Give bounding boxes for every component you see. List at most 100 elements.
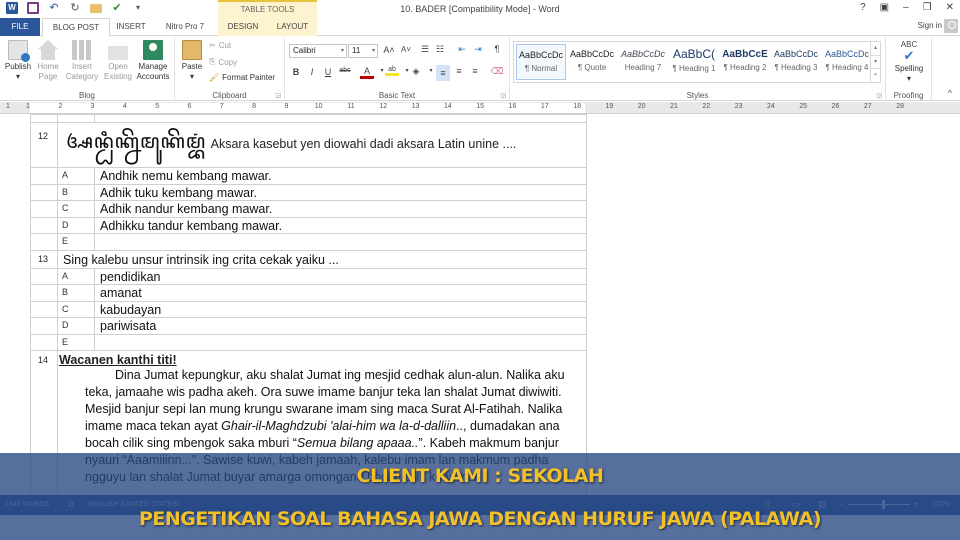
option-row: Ckabudayan [30, 300, 587, 318]
ruler-number: 24 [766, 103, 775, 110]
style-quote[interactable]: AaBbCcDc ¶ Quote [567, 44, 617, 80]
style-heading-4[interactable]: AaBbCcDc ¶ Heading 4 [822, 44, 872, 80]
basic-text-launcher-icon[interactable]: ◲ [500, 92, 506, 99]
sign-in-link[interactable]: Sign in [918, 21, 942, 30]
ruler-number: 18 [573, 103, 581, 110]
restore-button[interactable]: ❐ [923, 2, 932, 13]
styles-launcher-icon[interactable]: ◲ [876, 92, 882, 99]
style-heading-2[interactable]: AaBbCcE ¶ Heading 2 [720, 44, 770, 80]
basic-text-group: Calibri ▾ 11 ▾ A˄ A˅ ☰ ☷ ⇤ ⇥ ¶ B I U abc A… [285, 37, 510, 101]
bullets-icon[interactable]: ☰ [418, 44, 432, 55]
minimize-button[interactable]: – [903, 2, 909, 13]
font-name-value: Calibri [293, 46, 316, 55]
style-heading-1[interactable]: AaBbC( ¶ Heading 1 [669, 44, 719, 80]
tab-nitro-pro[interactable]: Nitro Pro 7 [156, 18, 214, 36]
option-text[interactable]: kabudayan [94, 300, 587, 318]
question-text[interactable]: Sing kalebu unsur intrinsik ing crita ce… [57, 249, 587, 269]
increase-indent-icon[interactable]: ⇥ [471, 44, 485, 55]
highlight-icon[interactable]: ab [385, 66, 399, 76]
ruler-number: 21 [670, 103, 678, 110]
ruler-number: 8 [252, 103, 257, 110]
align-left-icon[interactable]: ≡ [436, 65, 450, 81]
scroll-down-icon[interactable]: ▾ [871, 55, 880, 68]
option-key: B [57, 284, 95, 302]
option-row: Apendidikan [30, 267, 587, 285]
question-number: 12 [30, 122, 58, 168]
ruler-number: 17 [540, 103, 549, 110]
tab-insert[interactable]: INSERT [110, 18, 152, 36]
font-color-icon[interactable]: A [360, 66, 374, 79]
style-normal[interactable]: AaBbCcDc ¶ Normal [516, 44, 566, 80]
bold-button[interactable]: B [289, 67, 303, 77]
accounts-icon [143, 40, 163, 60]
option-text[interactable]: Adhikku tandur kembang mawar. [94, 216, 587, 234]
tab-layout[interactable]: LAYOUT [268, 18, 317, 36]
question-cell[interactable]: ꦄꦤ꧀ꦝꦶꦏ꧀ꦤꦼꦩꦸꦏꦼꦩ꧀ꦧꦁ Aksara kasebut yen dio… [57, 122, 587, 168]
strikethrough-button[interactable]: abc [336, 67, 354, 74]
underline-button[interactable]: U [321, 67, 335, 77]
blog-group-label: Blog [78, 91, 95, 100]
gallery-more-icon[interactable]: ⩡ [871, 68, 880, 81]
tab-design[interactable]: DESIGN [218, 18, 268, 36]
copy-label: Copy [218, 57, 238, 67]
option-row: C Adhik nandur kembang mawar. [30, 200, 587, 218]
ribbon-display-button[interactable]: ▣ [880, 2, 889, 13]
cut-button[interactable]: ✂ Cut [209, 41, 231, 50]
align-center-icon[interactable]: ≡ [452, 66, 466, 76]
shading-icon[interactable]: ◈ [409, 66, 423, 77]
gallery-scroll[interactable]: ▴ ▾ ⩡ [870, 42, 880, 82]
open-existing-button[interactable]: Open Existing [101, 40, 135, 82]
pilcrow-button[interactable]: ¶ [490, 44, 504, 54]
shrink-font-button[interactable]: A˅ [399, 45, 413, 54]
table-row [30, 114, 587, 123]
clipboard-group-label: Clipboard [212, 91, 247, 100]
insert-category-button[interactable]: Insert Category [63, 40, 101, 82]
ruler-number: 6 [187, 103, 192, 110]
style-preview: AaBbCcDc [569, 49, 614, 59]
collapse-ribbon-button[interactable]: ^ [948, 88, 952, 98]
italic-button[interactable]: I [305, 67, 319, 77]
style-heading-7[interactable]: AaBbCcDc Heading 7 [618, 44, 668, 80]
font-name-box[interactable]: Calibri ▾ [289, 44, 347, 58]
document-area[interactable]: 12 ꦄꦤ꧀ꦝꦶꦏ꧀ꦤꦼꦩꦸꦏꦼꦩ꧀ꦧꦁ Aksara kasebut yen … [0, 114, 960, 507]
help-button[interactable]: ? [860, 2, 866, 13]
banner-line-1: CLIENT KAMI : SEKOLAH [356, 465, 604, 487]
align-right-icon[interactable]: ≡ [468, 66, 482, 76]
tab-file[interactable]: FILE [0, 18, 40, 36]
clipboard-launcher-icon[interactable]: ◲ [275, 92, 281, 99]
option-text[interactable]: pariwisata [94, 317, 587, 335]
category-icon [72, 40, 92, 60]
ribbon-tabs: FILE BLOG POST INSERT Nitro Pro 7 DESIGN… [0, 18, 960, 37]
copy-button[interactable]: ⎘ Copy [209, 57, 237, 67]
tab-blog-post[interactable]: BLOG POST [42, 18, 110, 37]
ruler-number: 7 [219, 103, 224, 110]
font-size-box[interactable]: 11 ▾ [348, 44, 378, 58]
option-text[interactable] [94, 333, 587, 351]
option-text[interactable]: Adhik nandur kembang mawar. [94, 200, 587, 218]
option-text[interactable]: Andhik nemu kembang mawar. [94, 167, 587, 185]
horizontal-ruler[interactable]: 1 1 2 3 4 5 6 7 8 9 10 11 12 13 14 15 16 17 18 19 20 21 22 23 24… [0, 102, 960, 114]
paste-button[interactable]: Paste ▾ [179, 40, 205, 82]
option-row: E [30, 233, 587, 251]
option-key: E [57, 233, 95, 251]
close-button[interactable]: ✕ [946, 2, 954, 13]
format-painter-button[interactable]: 🖌 Format Painter [209, 73, 275, 82]
option-text[interactable]: amanat [94, 284, 587, 302]
grow-font-button[interactable]: A˄ [382, 45, 396, 55]
style-heading-3[interactable]: AaBbCcDc ¶ Heading 3 [771, 44, 821, 80]
option-text[interactable]: Adhik tuku kembang mawar. [94, 183, 587, 201]
user-avatar-icon[interactable] [944, 19, 958, 33]
publish-button[interactable]: Publish ▾ [3, 40, 33, 82]
spelling-button[interactable]: ABC ✔ Spelling ▾ [889, 40, 929, 84]
manage-accounts-label2: Accounts [136, 72, 170, 81]
numbering-icon[interactable]: ☷ [433, 44, 447, 55]
scroll-up-icon[interactable]: ▴ [871, 42, 880, 55]
clipboard-group: Paste ▾ ✂ Cut ⎘ Copy 🖌 Format Painter Clipb… [175, 37, 285, 101]
clear-formatting-icon[interactable]: ⌫ [490, 66, 504, 77]
home-page-button[interactable]: Home Page [34, 40, 62, 82]
option-text[interactable]: pendidikan [94, 267, 587, 285]
option-key: C [57, 300, 95, 318]
option-text[interactable] [94, 233, 587, 251]
decrease-indent-icon[interactable]: ⇤ [455, 44, 469, 55]
manage-accounts-button[interactable]: Manage Accounts [134, 40, 172, 82]
